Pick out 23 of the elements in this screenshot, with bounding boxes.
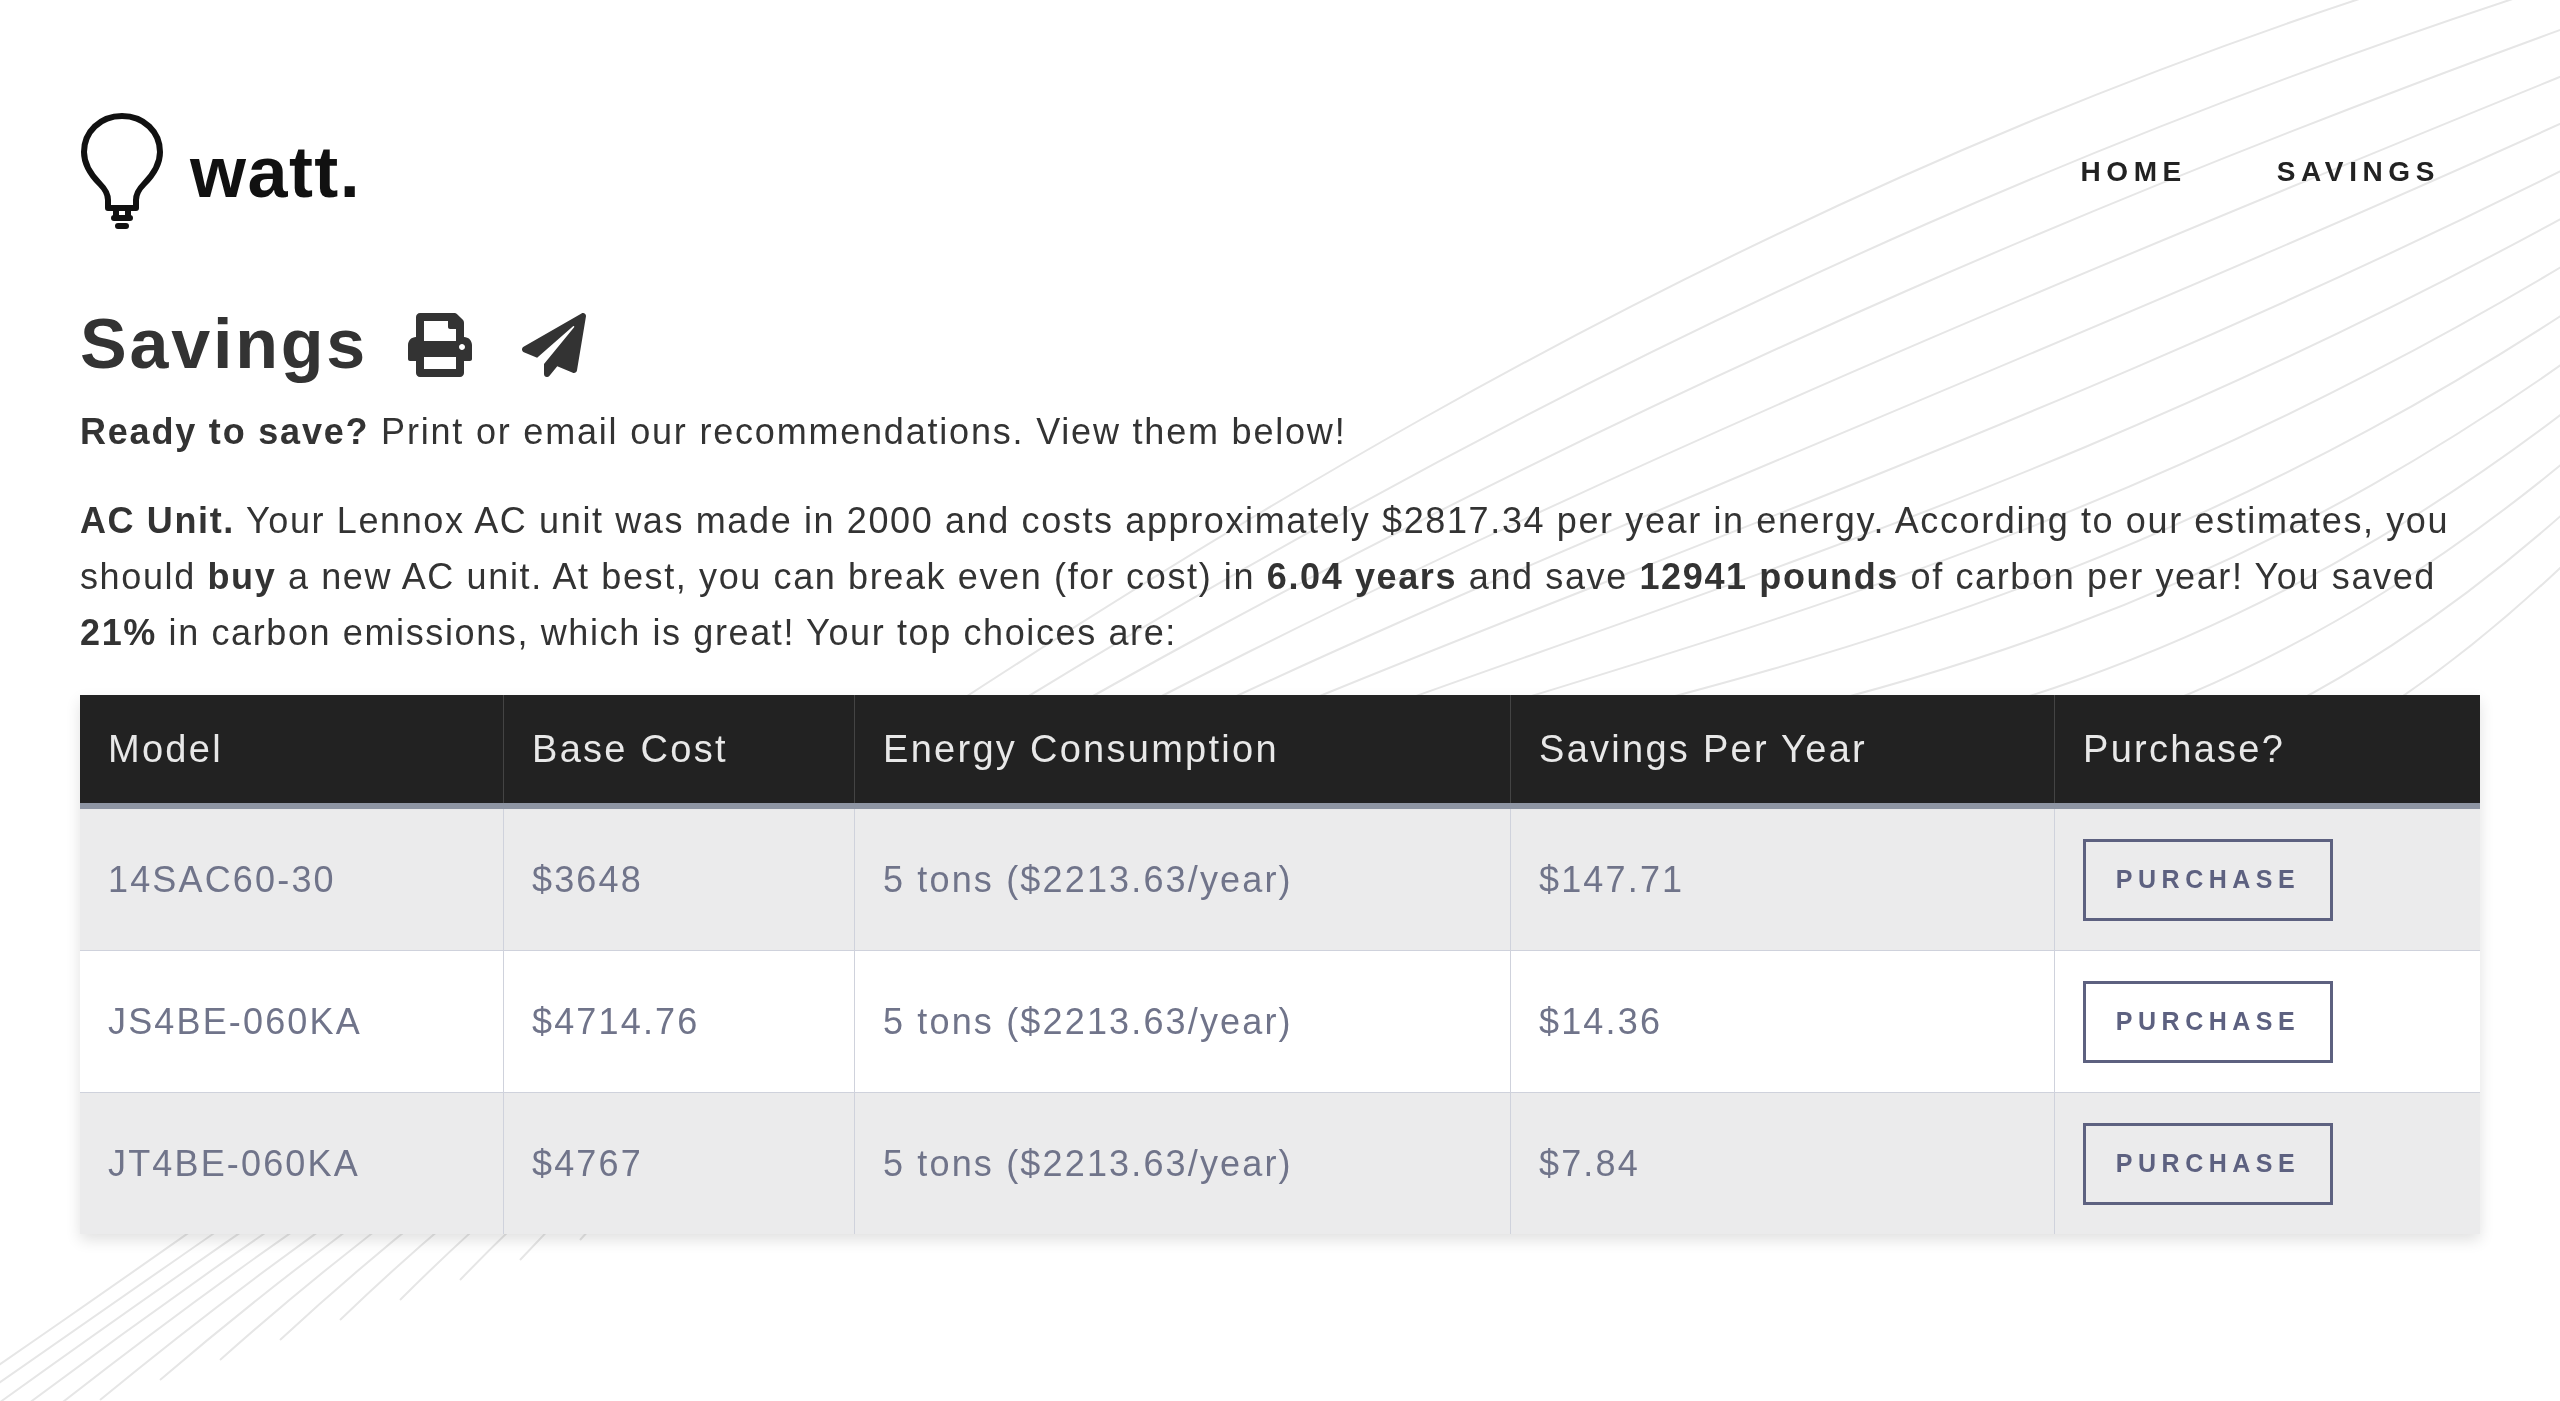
page-title: Savings xyxy=(80,304,369,385)
column-header: Model xyxy=(107,726,224,772)
table-cell-text: JS4BE-060KA xyxy=(107,999,363,1044)
nav-link[interactable]: SAVINGS xyxy=(2276,151,2440,193)
purchase-button[interactable]: PURCHASE xyxy=(2083,980,2333,1063)
table-cell: $7.84 xyxy=(1510,1093,2054,1234)
nav-link[interactable]: HOME xyxy=(2080,151,2187,193)
print-icon[interactable] xyxy=(408,312,473,377)
column-header: Purchase? xyxy=(2054,695,2480,803)
column-header: Savings Per Year xyxy=(1510,695,2054,803)
table-cell-text: 14SAC60-30 xyxy=(107,857,337,902)
intro-text: Ready to save? Print or email our recommendations. View them below! xyxy=(80,410,1348,454)
purchase-button[interactable]: PURCHASE xyxy=(2083,1122,2333,1205)
table-cell: $4767 xyxy=(503,1093,854,1234)
lightbulb-icon xyxy=(80,112,164,232)
column-header: Base Cost xyxy=(503,695,854,803)
table-cell: 5 tons ($2213.63/year) xyxy=(854,1093,1510,1234)
table-cell-text: JT4BE-060KA xyxy=(107,1141,361,1186)
send-icon[interactable] xyxy=(522,312,587,377)
column-header: Energy Consumption xyxy=(854,695,1510,803)
purchase-button[interactable]: PURCHASE xyxy=(2083,838,2333,921)
logo-text: watt. xyxy=(190,131,362,214)
summary-text: AC Unit. Your Lennox AC unit was made in 2000 and costs approximately $2817.34 per year in energy. According to our estimates, you should buy a new AC unit. At best, you can break even (for cost) in 6.04 years and save 12941 pounds of carbon per year! You saved 21% in carbon emissions, which is great! Your top choices are: xyxy=(80,499,2451,655)
